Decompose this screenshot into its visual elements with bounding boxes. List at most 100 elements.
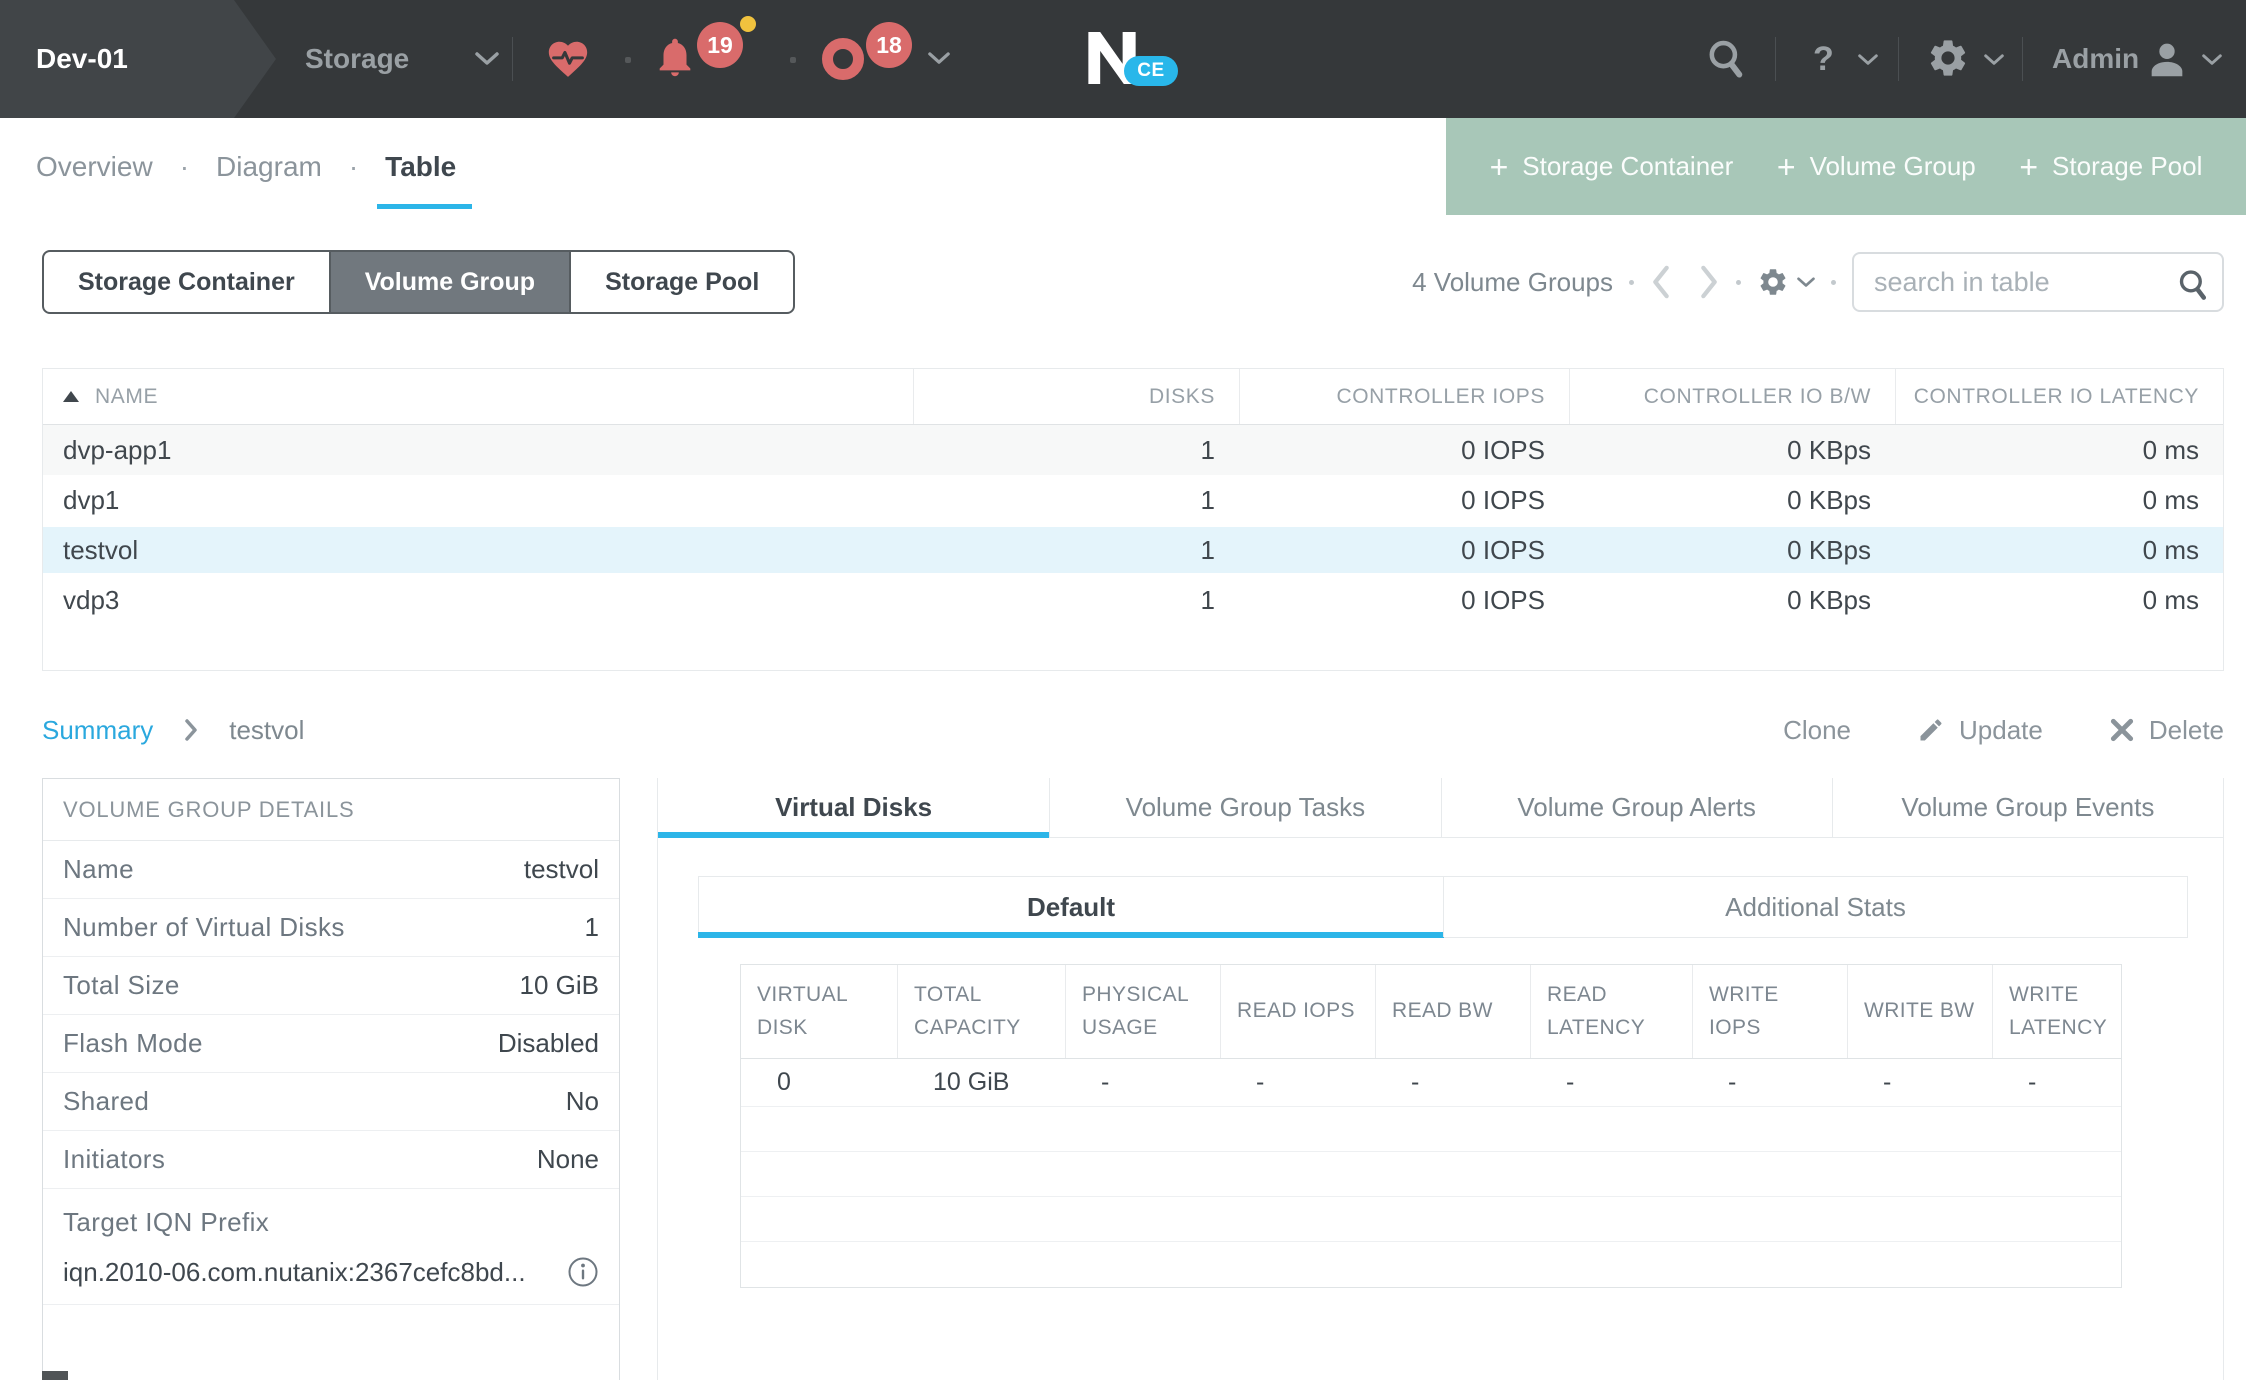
add-storage-pool-button[interactable]: + Storage Pool: [2019, 151, 2202, 183]
add-storage-container-button[interactable]: + Storage Container: [1490, 151, 1734, 183]
detail-row-shared: Shared No: [43, 1073, 619, 1131]
virtual-disks-table: VIRTUAL DISK TOTAL CAPACITY PHYSICAL USA…: [740, 964, 2122, 1288]
segment-storage-pool[interactable]: Storage Pool: [569, 252, 793, 312]
breadcrumb-summary-link[interactable]: Summary: [42, 715, 153, 746]
health-heart-icon[interactable]: [545, 36, 591, 82]
info-icon[interactable]: [567, 1256, 599, 1288]
cell-latency: 0 ms: [2143, 585, 2199, 616]
cluster-name: Dev-01: [36, 0, 128, 118]
segment-label: Storage Container: [78, 268, 295, 297]
gear-icon[interactable]: [1926, 36, 1970, 80]
tab-diagram[interactable]: Diagram: [216, 151, 322, 183]
column-header-write-bw: WRITE BW: [1847, 965, 1992, 1058]
segment-storage-container[interactable]: Storage Container: [44, 252, 329, 312]
table-search-input[interactable]: [1854, 254, 2222, 310]
cell-bw: 0 KBps: [1787, 585, 1871, 616]
tab-volume-group-tasks[interactable]: Volume Group Tasks: [1049, 778, 1440, 837]
table-settings-menu[interactable]: [1757, 266, 1815, 298]
view-tabs: Overview · Diagram · Table: [36, 118, 456, 215]
update-button[interactable]: Update: [1917, 715, 2043, 746]
table-row[interactable]: dvp1 1 0 IOPS 0 KBps 0 ms: [43, 475, 2223, 525]
subtab-label: Additional Stats: [1725, 892, 1906, 923]
tasks-ring-icon[interactable]: [822, 38, 864, 80]
cell-bw: 0 KBps: [1787, 435, 1871, 466]
separator-dot: [1629, 280, 1634, 285]
detail-row-name: Name testvol: [43, 841, 619, 899]
nav-menu-storage[interactable]: Storage: [305, 0, 499, 118]
detail-value: No: [566, 1086, 599, 1117]
active-tab-underline: [377, 204, 472, 209]
tab-table[interactable]: Table: [385, 151, 456, 183]
table-row-selected[interactable]: testvol 1 0 IOPS 0 KBps 0 ms: [43, 525, 2223, 575]
tab-overview[interactable]: Overview: [36, 151, 153, 183]
tab-virtual-disks[interactable]: Virtual Disks: [658, 778, 1049, 837]
user-avatar-icon[interactable]: [2144, 36, 2190, 82]
tasks-count-badge[interactable]: 18: [866, 22, 912, 68]
column-header-controller-io-latency[interactable]: CONTROLLER IO LATENCY: [1895, 369, 2223, 424]
column-label: CONTROLLER IOPS: [1336, 385, 1545, 409]
details-panel-title: VOLUME GROUP DETAILS: [43, 779, 619, 841]
user-name[interactable]: Admin: [2052, 0, 2139, 118]
segment-label: Volume Group: [365, 268, 535, 297]
tab-volume-group-events[interactable]: Volume Group Events: [1832, 778, 2223, 837]
search-icon[interactable]: [1705, 37, 1747, 81]
table-row[interactable]: vdp3 1 0 IOPS 0 KBps 0 ms: [43, 575, 2223, 625]
page-prev-icon[interactable]: [1650, 265, 1672, 299]
detail-value: testvol: [524, 854, 599, 885]
stats-subtabs: Default Additional Stats: [698, 876, 2188, 938]
detail-label: Initiators: [63, 1144, 165, 1175]
cell-total-capacity: 10 GiB: [933, 1068, 1009, 1097]
add-volume-group-button[interactable]: + Volume Group: [1777, 151, 1976, 183]
alerts-count-badge[interactable]: 19: [697, 22, 743, 68]
disk-table-row[interactable]: 0 10 GiB - - - - - - -: [741, 1059, 2121, 1107]
separator-dot: ·: [349, 151, 358, 183]
column-header-controller-io-bw[interactable]: CONTROLLER IO B/W: [1569, 369, 1895, 424]
segment-volume-group[interactable]: Volume Group: [329, 252, 569, 312]
button-label: Clone: [1783, 715, 1851, 746]
chevron-down-icon[interactable]: [928, 52, 950, 65]
sort-asc-icon: [63, 391, 79, 402]
chevron-down-icon[interactable]: [2202, 54, 2222, 66]
detail-value: 10 GiB: [520, 970, 600, 1001]
scrollbar-fragment[interactable]: [42, 1371, 68, 1380]
divider: [2022, 37, 2023, 81]
column-header-read-bw: READ BW: [1375, 965, 1530, 1058]
cell-read-latency: -: [1566, 1068, 1574, 1097]
column-header-virtual-disk: VIRTUAL DISK: [741, 965, 897, 1058]
page-next-icon[interactable]: [1698, 265, 1720, 299]
chevron-down-icon[interactable]: [1984, 54, 2004, 66]
detail-tabs-panel: Virtual Disks Volume Group Tasks Volume …: [657, 778, 2224, 1380]
tab-volume-group-alerts[interactable]: Volume Group Alerts: [1441, 778, 1832, 837]
cluster-name-tab[interactable]: Dev-01: [0, 0, 276, 118]
alerts-bell-icon[interactable]: [652, 34, 698, 80]
cell-name: dvp1: [63, 485, 119, 516]
subtab-additional-stats[interactable]: Additional Stats: [1443, 877, 2187, 937]
cell-write-iops: -: [1728, 1068, 1736, 1097]
column-label: CONTROLLER IO LATENCY: [1914, 385, 2199, 409]
column-header-read-iops: READ IOPS: [1220, 965, 1375, 1058]
detail-row-initiators: Initiators None: [43, 1131, 619, 1189]
cell-disks: 1: [1201, 485, 1215, 516]
cell-disks: 1: [1201, 585, 1215, 616]
cell-iops: 0 IOPS: [1461, 535, 1545, 566]
row-count-label: 4 Volume Groups: [1412, 267, 1613, 298]
plus-icon: +: [1490, 151, 1509, 183]
column-header-controller-iops[interactable]: CONTROLLER IOPS: [1239, 369, 1569, 424]
tab-label: Volume Group Tasks: [1126, 792, 1365, 823]
help-icon[interactable]: ?: [1813, 0, 1834, 118]
detail-tabs: Virtual Disks Volume Group Tasks Volume …: [658, 778, 2223, 838]
column-label: CONTROLLER IO B/W: [1644, 385, 1871, 409]
detail-row-total-size: Total Size 10 GiB: [43, 957, 619, 1015]
search-icon[interactable]: [2176, 267, 2210, 303]
chevron-down-icon: [475, 52, 499, 66]
table-header-row: NAME DISKS CONTROLLER IOPS CONTROLLER IO…: [43, 369, 2223, 425]
column-header-disks[interactable]: DISKS: [913, 369, 1239, 424]
column-header-name[interactable]: NAME: [43, 369, 913, 424]
subtab-default[interactable]: Default: [699, 877, 1443, 937]
chevron-down-icon[interactable]: [1858, 54, 1878, 66]
table-row[interactable]: dvp-app1 1 0 IOPS 0 KBps 0 ms: [43, 425, 2223, 475]
column-header-write-latency: WRITE LATENCY: [1992, 965, 2121, 1058]
clone-button[interactable]: Clone: [1783, 715, 1851, 746]
delete-button[interactable]: Delete: [2109, 715, 2224, 746]
empty-row: [741, 1197, 2121, 1242]
